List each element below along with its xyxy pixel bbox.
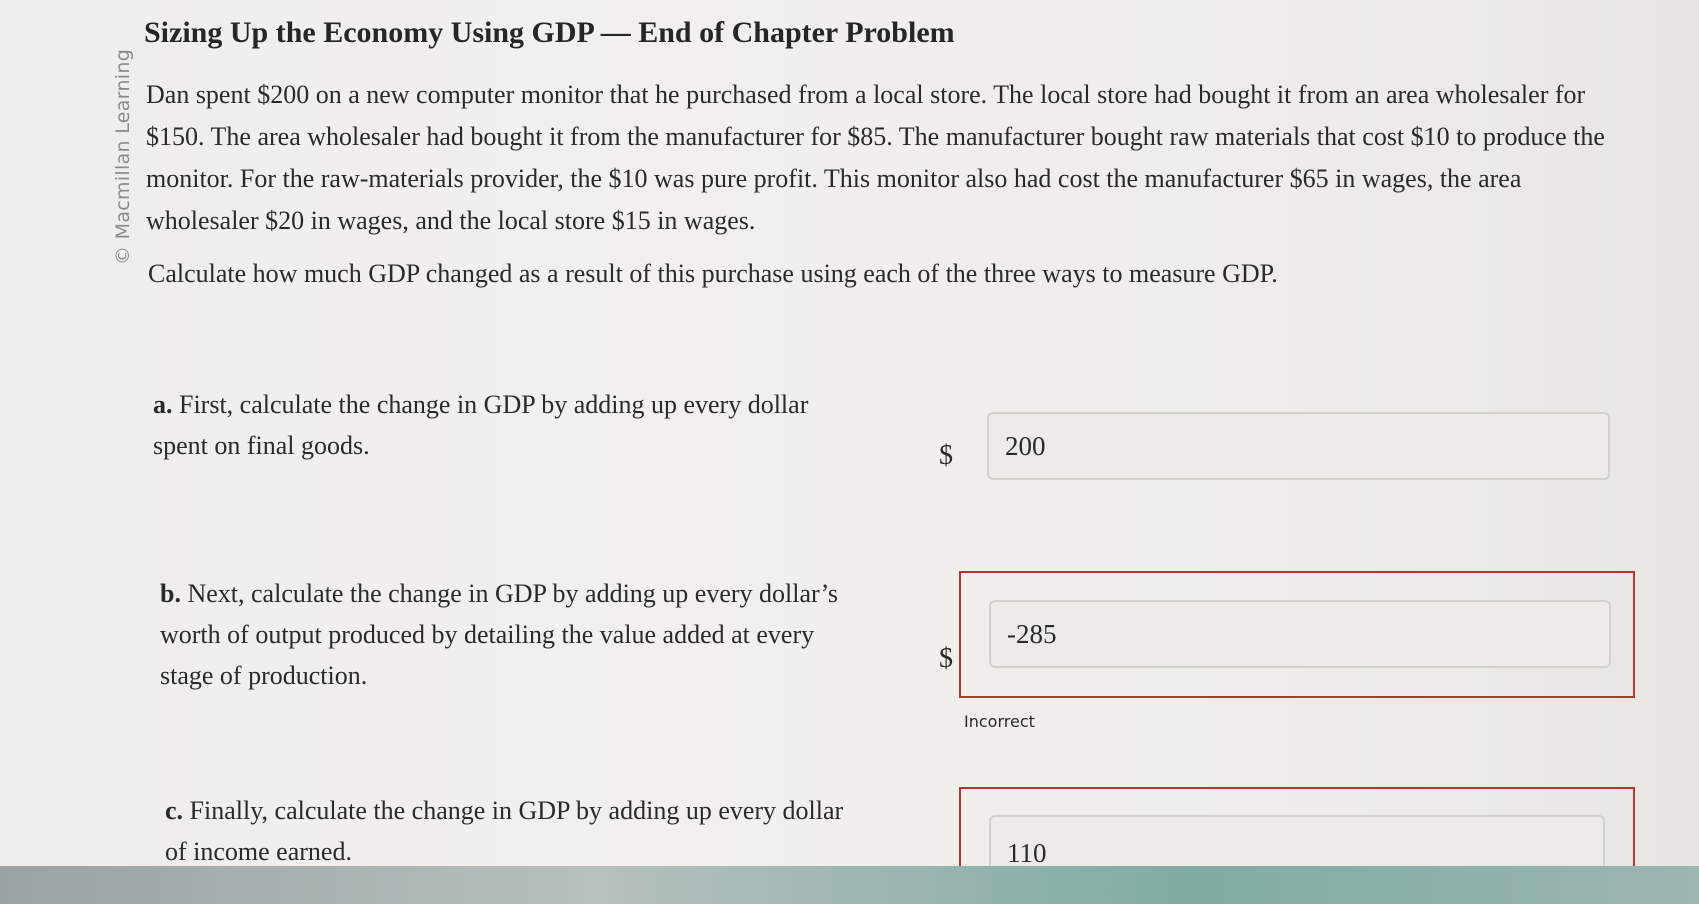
question-a: a. First, calculate the change in GDP by… <box>153 384 853 466</box>
question-b-answer-value: -285 <box>1007 618 1057 649</box>
problem-statement: Dan spent $200 on a new computer monitor… <box>146 80 1605 235</box>
question-b-text: Next, calculate the change in GDP by add… <box>160 579 838 690</box>
problem-title: Sizing Up the Economy Using GDP — End of… <box>144 16 955 49</box>
question-a-answer-value: 200 <box>1005 430 1046 461</box>
macmillan-credit: © Macmillan Learning <box>112 48 134 265</box>
question-b-currency: $ <box>939 643 953 674</box>
question-b-letter: b. <box>160 579 181 608</box>
question-b: b. Next, calculate the change in GDP by … <box>160 573 860 696</box>
question-a-currency: $ <box>939 440 953 471</box>
question-a-letter: a. <box>153 390 173 419</box>
question-a-answer-input[interactable]: 200 <box>987 412 1610 480</box>
question-c-text: Finally, calculate the change in GDP by … <box>165 796 844 866</box>
question-c: c. Finally, calculate the change in GDP … <box>165 790 865 872</box>
problem-page: © Macmillan Learning Sizing Up the Econo… <box>0 0 1699 877</box>
question-a-text: First, calculate the change in GDP by ad… <box>153 390 809 460</box>
bottom-strip <box>0 866 1699 904</box>
question-b-feedback: Incorrect <box>964 712 1035 731</box>
question-c-answer-value: 110 <box>1007 838 1047 868</box>
question-c-letter: c. <box>165 796 184 825</box>
instruction-text: Calculate how much GDP changed as a resu… <box>148 259 1278 288</box>
question-b-answer-input[interactable]: -285 <box>989 600 1611 668</box>
